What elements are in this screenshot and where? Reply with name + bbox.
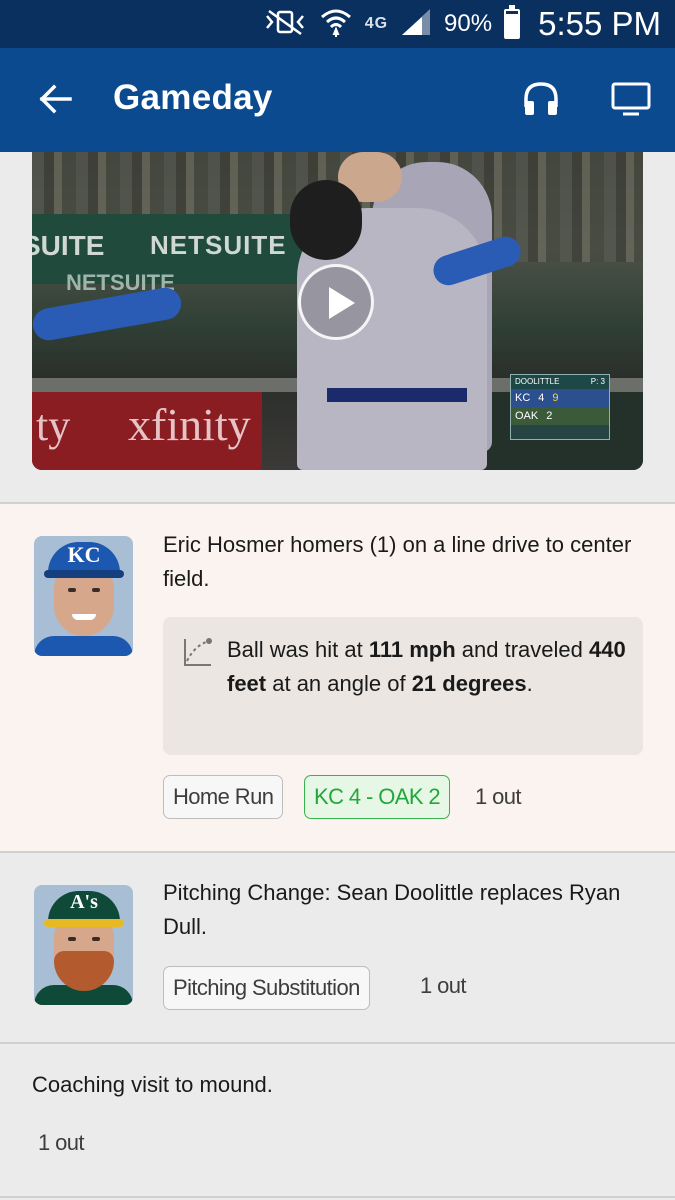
battery-percent: 90% [444,10,493,37]
headphones-icon [524,82,558,115]
banner-text-left: SUITE [32,230,105,261]
vibrate-mute-icon [263,7,307,42]
play-card-home-run[interactable]: KC Eric Hosmer homers (1) on a line driv… [0,504,675,852]
launch-angle: 21 degrees [411,671,527,696]
video-player-belt [327,388,467,402]
avatar-cap-brim [44,919,124,927]
play-card-pitching-change[interactable]: A's Pitching Change: Sean Doolittle repl… [0,853,675,1043]
kc-logo-icon: KC [67,542,101,567]
tv-button[interactable] [604,72,658,126]
scorebug-team2: OAK [515,410,539,422]
outs-count: 1 out [38,1130,85,1155]
avatar-eye [92,937,100,941]
avatar-cap-brim [44,570,124,578]
outs-count: 1 out [420,973,467,998]
tv-icon [611,82,651,116]
app-bar: Gameday [0,48,675,152]
play-button[interactable] [298,264,374,340]
banner-text-mid: NETSUITE [150,230,287,260]
video-scorebug: DOOLITTLE P: 3 KC 4 9 OAK 2 [510,374,610,440]
trajectory-icon [184,638,212,666]
back-button[interactable] [28,72,82,126]
avatar-eye [68,588,76,592]
status-bar-icons: 4G 90% 5:55 PM [263,0,661,48]
avatar-eye [92,588,100,592]
back-arrow-icon [39,84,72,114]
statcast-text: Ball was hit at 111 mph and traveled 440… [227,633,627,701]
scorebug-pitch-count: P: 3 [590,377,605,386]
statcast-suffix: . [526,671,533,696]
play-card-coaching-visit[interactable]: Coaching visit to mound. 1 out [0,1044,675,1196]
ad-board-text: xfinity [128,399,251,450]
avatar: A's [34,885,133,1005]
outs-count: 1 out [475,784,522,809]
tag-score[interactable]: KC 4 - OAK 2 [304,775,451,819]
video-card: SUITE NETSUITE NETSUITE ty xfinity DOOLI… [0,152,675,504]
statcast-prefix: Ball was hit at [227,637,369,662]
avatar-shoulders [34,636,133,656]
scorebug-inning: 9 [552,392,559,404]
avatar-mouth [72,614,96,620]
video-ad-board: ty xfinity [32,392,262,470]
avatar-eye [68,937,76,941]
exit-velocity: 111 mph [368,637,456,662]
tag-pitching-substitution[interactable]: Pitching Substitution [163,966,370,1010]
statcast-mid: and traveled [455,637,589,662]
divider [0,1196,675,1198]
cell-signal-icon [400,7,432,42]
scorebug-team1: KC [515,392,531,404]
video-wall-banner: SUITE NETSUITE NETSUITE [32,214,332,295]
statcast-mid2: at an angle of [266,671,412,696]
battery-icon [504,5,521,39]
avatar: KC [34,536,133,656]
video-player-head-front [290,180,362,260]
play-description: Pitching Change: Sean Doolittle replaces… [163,880,621,939]
play-description: Eric Hosmer homers (1) on a line drive t… [163,532,632,591]
4g-lte-icon: 4G [364,15,389,32]
scorebug-score2: 2 [546,410,553,422]
statcast-box: Ball was hit at 111 mph and traveled 440… [163,617,643,755]
scorebug-score1: 4 [538,392,545,404]
play-description: Coaching visit to mound. [32,1072,273,1097]
highlight-video[interactable]: SUITE NETSUITE NETSUITE ty xfinity DOOLI… [32,152,643,470]
page-title: Gameday [113,78,273,117]
audio-button[interactable] [514,72,568,126]
tag-home-run[interactable]: Home Run [163,775,284,819]
status-bar: 4G 90% 5:55 PM [0,0,675,48]
wifi-icon [319,7,353,42]
ad-board-text-left: ty [36,401,71,450]
scorebug-pitcher: DOOLITTLE [515,377,560,386]
battery-level [506,13,519,37]
clock: 5:55 PM [538,5,661,42]
as-logo-icon: A's [70,891,98,913]
